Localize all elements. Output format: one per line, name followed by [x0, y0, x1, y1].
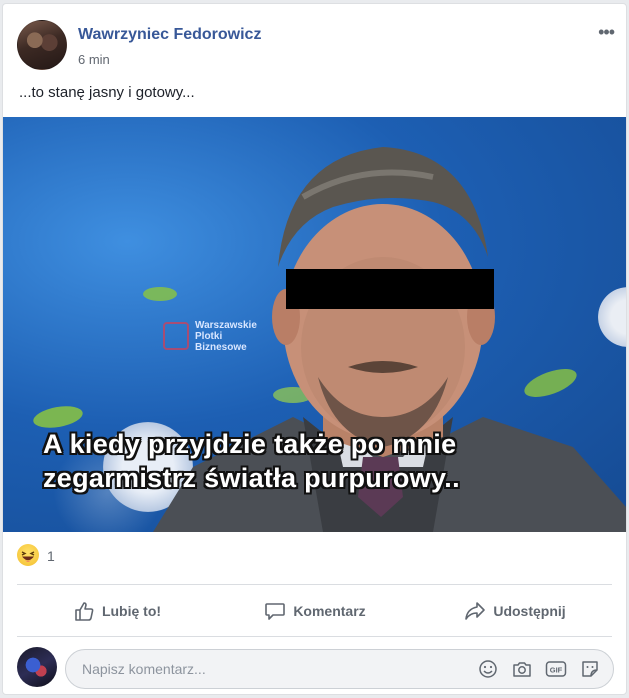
- image-watermark: Warszawskie Plotki Biznesowe: [195, 320, 257, 353]
- camera-icon[interactable]: [511, 658, 533, 680]
- sticker-icon[interactable]: [579, 658, 601, 680]
- comment-composer: GIF: [17, 647, 614, 689]
- comment-button[interactable]: Komentarz: [215, 587, 415, 635]
- post-text: ...to stanę jasny i gotowy...: [19, 84, 195, 101]
- share-label: Udostępnij: [493, 603, 566, 619]
- comment-label: Komentarz: [293, 603, 366, 619]
- speech-bubble-icon: [265, 603, 286, 620]
- post-image[interactable]: Warszawskie Plotki Biznesowe A kiedy prz…: [3, 117, 626, 532]
- like-button[interactable]: Lubię to!: [17, 587, 217, 635]
- post-actions: Lubię to! Komentarz Udostępnij: [17, 587, 612, 635]
- watermark-logo-icon: [163, 322, 189, 350]
- image-caption: A kiedy przyjdzie także po mnie zegarmis…: [43, 429, 460, 493]
- post-header: Wawrzyniec Fedorowicz 6 min •••: [17, 20, 615, 72]
- reaction-count: 1: [47, 548, 55, 564]
- divider: [17, 584, 612, 585]
- comment-tools: GIF: [465, 658, 601, 680]
- more-options-icon[interactable]: •••: [598, 22, 615, 43]
- post-timestamp[interactable]: 6 min: [78, 52, 110, 67]
- current-user-avatar[interactable]: [17, 647, 57, 687]
- thumbs-up-icon: [75, 602, 94, 621]
- haha-emoji-icon: [17, 544, 39, 566]
- post-card: Wawrzyniec Fedorowicz 6 min ••• ...to st…: [2, 3, 627, 695]
- emoji-icon[interactable]: [477, 658, 499, 680]
- author-name[interactable]: Wawrzyniec Fedorowicz: [78, 26, 261, 44]
- gif-icon[interactable]: GIF: [545, 658, 567, 680]
- share-button[interactable]: Udostępnij: [415, 587, 615, 635]
- share-arrow-icon: [465, 602, 486, 620]
- divider: [17, 636, 612, 637]
- svg-text:GIF: GIF: [550, 666, 563, 675]
- comment-box[interactable]: GIF: [65, 649, 614, 689]
- comment-input[interactable]: [82, 654, 465, 684]
- author-avatar[interactable]: [17, 20, 67, 70]
- like-label: Lubię to!: [101, 603, 162, 619]
